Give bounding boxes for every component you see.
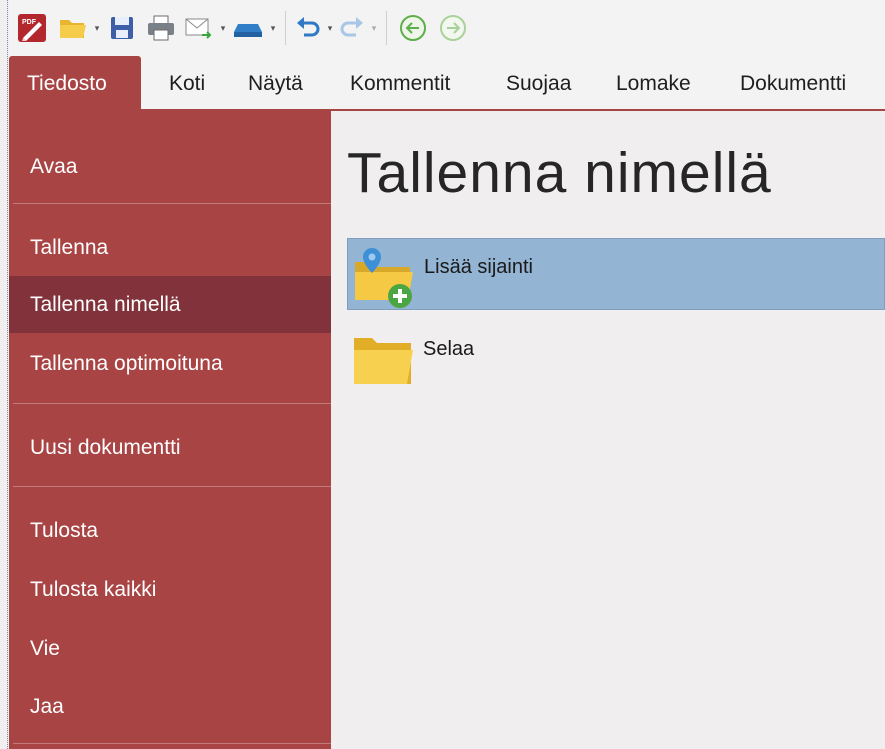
nav-item-uusi-dokumentti[interactable]: Uusi dokumentti [9, 419, 331, 476]
save-icon[interactable] [103, 10, 141, 46]
tab-nayta[interactable]: Näytä [248, 56, 303, 113]
tab-kommentit[interactable]: Kommentit [350, 56, 450, 113]
open-folder-icon[interactable] [55, 10, 91, 46]
browse-button[interactable]: Selaa [347, 320, 885, 392]
tab-koti[interactable]: Koti [169, 56, 205, 113]
pdf-app-icon[interactable]: PDF [9, 10, 55, 46]
tab-lomake[interactable]: Lomake [616, 56, 691, 113]
backstage-nav: Avaa Tallenna Tallenna nimellä Tallenna … [9, 111, 331, 749]
open-dropdown-chevron-icon[interactable]: ▾ [91, 10, 103, 46]
nav-item-avaa[interactable]: Avaa [9, 138, 331, 195]
email-icon[interactable] [181, 10, 217, 46]
scan-icon[interactable] [229, 10, 267, 46]
nav-item-tallenna[interactable]: Tallenna [9, 219, 331, 276]
add-location-button[interactable]: Lisää sijainti [347, 238, 885, 310]
tab-suojaa[interactable]: Suojaa [506, 56, 571, 113]
add-location-label: Lisää sijainti [424, 255, 533, 278]
window-frame-edge [7, 0, 8, 749]
nav-item-tulosta-kaikki[interactable]: Tulosta kaikki [9, 561, 331, 618]
nav-item-tulosta[interactable]: Tulosta [9, 502, 331, 559]
toolbar-separator [285, 11, 286, 45]
scan-dropdown-chevron-icon[interactable]: ▾ [267, 10, 279, 46]
nav-separator [13, 743, 331, 744]
toolbar-separator [386, 11, 387, 45]
nav-separator [13, 486, 331, 487]
page-title: Tallenna nimellä [347, 141, 772, 205]
nav-separator [13, 203, 331, 204]
nav-item-vie[interactable]: Vie [9, 620, 331, 677]
back-icon[interactable] [393, 10, 433, 46]
browse-label: Selaa [423, 337, 475, 360]
email-dropdown-chevron-icon[interactable]: ▾ [217, 10, 229, 46]
tab-dokumentti[interactable]: Dokumentti [740, 56, 846, 113]
quick-access-toolbar: PDF ▾ ▾ ▾ ▾ ▾ [9, 0, 885, 56]
forward-icon[interactable] [433, 10, 473, 46]
nav-item-tallenna-optimoituna[interactable]: Tallenna optimoituna [9, 335, 331, 392]
undo-icon[interactable] [292, 10, 324, 46]
print-icon[interactable] [141, 10, 181, 46]
undo-dropdown-chevron-icon[interactable]: ▾ [324, 10, 336, 46]
tab-tiedosto[interactable]: Tiedosto [9, 56, 141, 113]
browse-folder-icon [347, 326, 415, 386]
nav-item-jaa[interactable]: Jaa [9, 678, 331, 735]
svg-text:PDF: PDF [22, 19, 37, 26]
ribbon-tab-bar: Tiedosto Koti Näytä Kommentit Suojaa Lom… [9, 56, 885, 113]
redo-dropdown-chevron-icon[interactable]: ▾ [368, 10, 380, 46]
nav-separator [13, 403, 331, 404]
redo-icon[interactable] [336, 10, 368, 46]
add-location-folder-icon [348, 244, 416, 308]
nav-item-tallenna-nimella[interactable]: Tallenna nimellä [9, 276, 331, 333]
